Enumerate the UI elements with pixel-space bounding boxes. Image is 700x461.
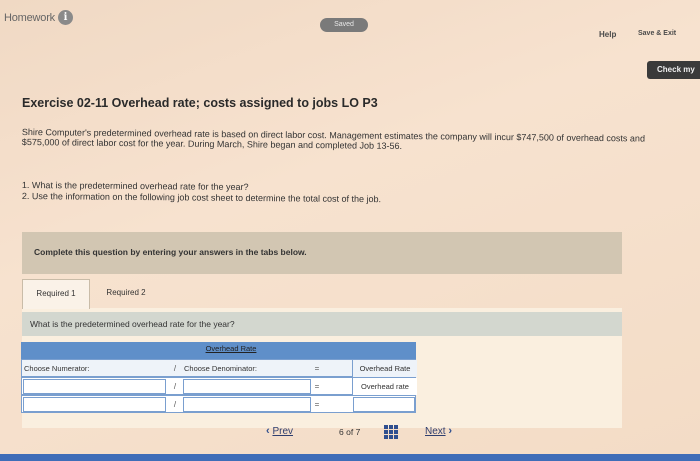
equals-symbol: =: [314, 400, 320, 409]
divide-symbol: /: [173, 382, 177, 391]
check-my-work-button[interactable]: Check my: [647, 61, 700, 79]
next-label: Next: [425, 426, 446, 437]
tab-required-1[interactable]: Required 1: [22, 279, 90, 309]
chevron-right-icon: ›: [448, 425, 453, 437]
numerator-input[interactable]: [23, 397, 166, 412]
page-indicator: 6 of 7: [339, 427, 360, 443]
result-label: Overhead rate: [352, 378, 417, 395]
saved-status-badge: Saved: [320, 18, 368, 32]
question-text: What is the predetermined overhead rate …: [30, 319, 235, 329]
grid-icon[interactable]: [384, 425, 398, 439]
table-row: / =: [21, 395, 416, 413]
equals-symbol: =: [314, 382, 320, 391]
bottom-bar: [0, 454, 700, 461]
tab-required-2[interactable]: Required 2: [92, 279, 160, 309]
table-top-header: Overhead Rate: [21, 342, 416, 359]
exercise-title: Exercise 02-11 Overhead rate; costs assi…: [22, 96, 378, 110]
equals-symbol: =: [314, 364, 320, 373]
instructions-banner: Complete this question by entering your …: [22, 232, 622, 274]
table-title: Overhead Rate: [205, 344, 257, 353]
denominator-input[interactable]: [183, 397, 311, 412]
top-bar: Homework i Saved Help Save & Exit: [0, 0, 700, 46]
denominator-header: Choose Denominator:: [184, 364, 257, 373]
table-row: / = Overhead rate: [21, 377, 417, 395]
prev-label: Prev: [272, 426, 294, 437]
current-page: 6: [339, 427, 344, 437]
numerator-input[interactable]: [23, 379, 166, 394]
question-list: 1. What is the predetermined overhead ra…: [22, 180, 381, 204]
save-exit-button[interactable]: Save & Exit: [638, 30, 676, 37]
prev-button[interactable]: ‹ Prev: [266, 425, 293, 441]
question-bar: What is the predetermined overhead rate …: [22, 312, 622, 336]
result-input[interactable]: [353, 397, 415, 412]
instructions-text: Complete this question by entering your …: [34, 247, 307, 257]
numerator-header: Choose Numerator:: [24, 364, 90, 373]
table-header-row: Choose Numerator: / Choose Denominator: …: [21, 359, 417, 377]
chevron-left-icon: ‹: [266, 425, 270, 437]
page-of-label: of: [346, 427, 354, 437]
result-header: Overhead Rate: [352, 360, 417, 377]
info-icon[interactable]: i: [58, 10, 73, 25]
divide-symbol: /: [173, 364, 177, 373]
next-button[interactable]: Next ›: [425, 425, 452, 441]
app-title: Homework: [4, 12, 55, 24]
help-link[interactable]: Help: [599, 30, 616, 39]
exercise-description: Shire Computer's predetermined overhead …: [21, 127, 646, 151]
question-2: 2. Use the information on the following …: [21, 190, 382, 204]
total-pages: 7: [355, 427, 361, 437]
divide-symbol: /: [173, 400, 177, 409]
denominator-input[interactable]: [183, 379, 311, 394]
